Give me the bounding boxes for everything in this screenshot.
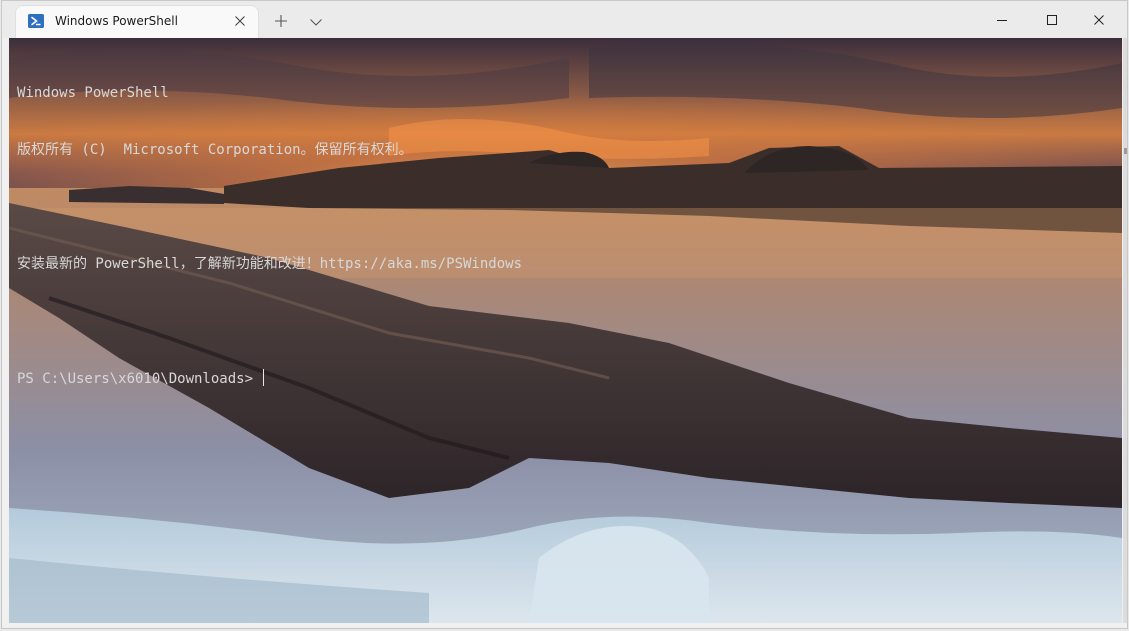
tab-title: Windows PowerShell <box>55 14 178 28</box>
plus-icon[interactable] <box>273 13 289 29</box>
console-line: 版权所有 (C) Microsoft Corporation。保留所有权利。 <box>17 142 413 158</box>
scrollbar-thumb[interactable] <box>1124 148 1127 154</box>
tab-windows-powershell[interactable]: Windows PowerShell <box>16 6 258 38</box>
scrollbar[interactable] <box>1123 38 1127 623</box>
terminal-pane[interactable]: Windows PowerShell 版权所有 (C) Microsoft Co… <box>9 38 1122 623</box>
close-button[interactable] <box>1076 1 1122 38</box>
chevron-down-icon[interactable] <box>308 14 324 28</box>
console-line: 安装最新的 PowerShell，了解新功能和改进！https://aka.ms… <box>17 256 523 272</box>
terminal-window: Windows PowerShell Windows PowerShell 版权… <box>1 0 1128 629</box>
close-icon <box>1094 14 1104 25</box>
minimize-button[interactable] <box>979 1 1025 38</box>
title-bar[interactable]: Windows PowerShell <box>2 1 1127 38</box>
powershell-icon <box>28 14 44 28</box>
maximize-icon <box>1047 14 1057 25</box>
console-line: Windows PowerShell <box>17 85 169 101</box>
console-output[interactable]: Windows PowerShell 版权所有 (C) Microsoft Co… <box>17 46 522 426</box>
close-icon[interactable] <box>232 13 248 29</box>
prompt-line[interactable]: PS C:\Users\x6010\Downloads> <box>17 369 522 388</box>
text-cursor <box>263 369 265 386</box>
maximize-button[interactable] <box>1029 1 1075 38</box>
minimize-icon <box>997 19 1007 21</box>
prompt-text: PS C:\Users\x6010\Downloads> <box>17 371 262 387</box>
